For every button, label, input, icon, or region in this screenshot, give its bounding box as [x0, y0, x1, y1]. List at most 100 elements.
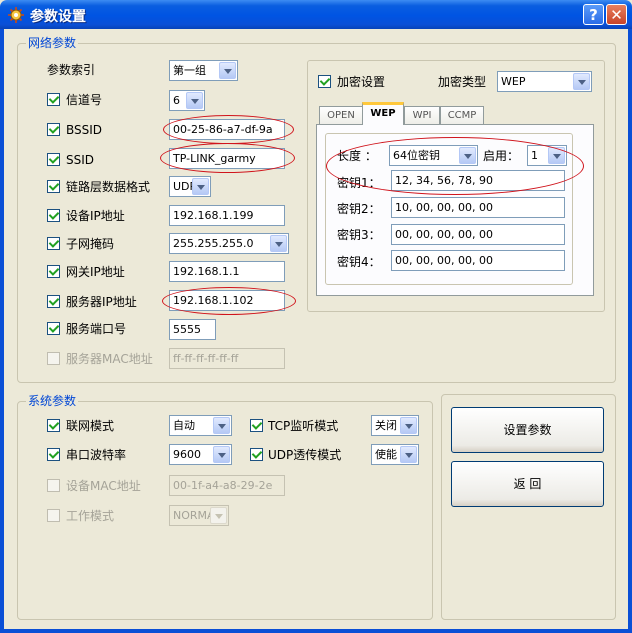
network-mode-value: 自动 [173, 419, 195, 432]
encryption-type-label: 加密类型 [438, 75, 487, 89]
title-bar [0, 0, 632, 29]
chevron-down-icon[interactable] [219, 62, 236, 79]
chevron-down-icon[interactable] [400, 446, 417, 463]
key1-input[interactable]: 12, 34, 56, 78, 90 [391, 170, 565, 191]
chevron-down-icon[interactable] [192, 178, 209, 195]
ssid-checkbox[interactable] [47, 153, 60, 166]
param-index-label: 参数索引 [47, 63, 96, 77]
chevron-down-icon[interactable] [548, 147, 565, 164]
ssid-input[interactable]: TP-LINK_garmy [169, 148, 285, 169]
tcp-listen-checkbox[interactable] [250, 419, 263, 432]
tab-wep[interactable]: WEP [362, 102, 404, 125]
chevron-down-icon[interactable] [213, 417, 230, 434]
channel-label: 信道号 [66, 93, 103, 107]
system-group-label: 系统参数 [26, 394, 79, 408]
chevron-down-icon[interactable] [400, 417, 417, 434]
chevron-down-icon[interactable] [213, 446, 230, 463]
chevron-down-icon[interactable] [573, 73, 590, 90]
server-ip-input[interactable]: 192.168.1.102 [169, 290, 285, 311]
tcp-listen-value: 关闭 [375, 419, 397, 432]
key1-label: 密钥1： [337, 176, 381, 190]
device-ip-checkbox[interactable] [47, 209, 60, 222]
key2-input[interactable]: 10, 00, 00, 00, 00 [391, 197, 565, 218]
udp-transparent-checkbox[interactable] [250, 448, 263, 461]
tab-ccmp[interactable]: CCMP [440, 106, 484, 126]
tab-open[interactable]: OPEN [319, 106, 363, 126]
chevron-down-icon[interactable] [186, 92, 203, 109]
key3-input[interactable]: 00, 00, 00, 00, 00 [391, 224, 565, 245]
server-mac-checkbox[interactable] [47, 352, 60, 365]
network-group-label: 网络参数 [26, 36, 79, 50]
key-length-select[interactable]: 64位密钥 [389, 145, 478, 166]
tab-wpi[interactable]: WPI [404, 106, 440, 126]
device-ip-input[interactable]: 192.168.1.199 [169, 205, 285, 226]
enable-key-value: 1 [531, 149, 538, 162]
server-port-checkbox[interactable] [47, 322, 60, 335]
close-button[interactable]: ✕ [606, 4, 627, 25]
udp-transparent-select[interactable]: 使能 [371, 444, 419, 465]
ssid-label: SSID [66, 153, 95, 167]
window-frame-right [628, 29, 632, 633]
key-length-label: 长度 ： [337, 149, 377, 163]
encryption-label: 加密设置 [337, 75, 386, 89]
baud-rate-select[interactable]: 9600 [169, 444, 232, 465]
subnet-mask-value: 255.255.255.0 [173, 237, 254, 250]
device-ip-label: 设备IP地址 [66, 209, 125, 223]
link-format-checkbox[interactable] [47, 180, 60, 193]
device-mac-label: 设备MAC地址 [66, 479, 141, 493]
udp-transparent-value: 使能 [375, 448, 397, 461]
param-index-value: 第一组 [173, 64, 206, 77]
app-icon [8, 7, 24, 23]
key4-label: 密钥4： [337, 255, 381, 269]
work-mode-label: 工作模式 [66, 509, 115, 523]
link-format-label: 链路层数据格式 [66, 180, 151, 194]
channel-checkbox[interactable] [47, 93, 60, 106]
chevron-down-icon[interactable] [210, 507, 227, 524]
gateway-ip-input[interactable]: 192.168.1.1 [169, 261, 285, 282]
work-mode-checkbox[interactable] [47, 509, 60, 522]
key2-label: 密钥2： [337, 202, 381, 216]
key3-label: 密钥3： [337, 228, 381, 242]
bssid-checkbox[interactable] [47, 123, 60, 136]
device-mac-checkbox[interactable] [47, 479, 60, 492]
window-frame-left [0, 29, 4, 633]
server-mac-input[interactable]: ff-ff-ff-ff-ff-ff [169, 348, 285, 369]
server-ip-label: 服务器IP地址 [66, 295, 137, 309]
subnet-mask-label: 子网掩码 [66, 237, 115, 251]
link-format-select[interactable]: UDP [169, 176, 211, 197]
set-params-button[interactable]: 设置参数 [451, 407, 604, 453]
chevron-down-icon[interactable] [270, 235, 287, 252]
subnet-mask-select[interactable]: 255.255.255.0 [169, 233, 289, 254]
enable-key-select[interactable]: 1 [527, 145, 567, 166]
channel-value: 6 [173, 94, 180, 107]
bssid-label: BSSID [66, 123, 103, 137]
param-index-select[interactable]: 第一组 [169, 60, 238, 81]
chevron-down-icon[interactable] [459, 147, 476, 164]
key4-input[interactable]: 00, 00, 00, 00, 00 [391, 250, 565, 271]
gateway-ip-label: 网关IP地址 [66, 265, 125, 279]
tcp-listen-select[interactable]: 关闭 [371, 415, 419, 436]
encryption-checkbox[interactable] [318, 75, 331, 88]
bssid-input[interactable]: 00-25-86-a7-df-9a [169, 119, 285, 140]
channel-select[interactable]: 6 [169, 90, 205, 111]
server-ip-checkbox[interactable] [47, 295, 60, 308]
baud-rate-checkbox[interactable] [47, 448, 60, 461]
enable-key-label: 启用： [483, 149, 520, 163]
device-mac-input[interactable]: 00-1f-a4-a8-29-2e [169, 475, 285, 496]
server-mac-label: 服务器MAC地址 [66, 352, 153, 366]
help-button[interactable]: ? [583, 4, 604, 25]
network-mode-select[interactable]: 自动 [169, 415, 232, 436]
gateway-ip-checkbox[interactable] [47, 265, 60, 278]
work-mode-select[interactable]: NORMAL [169, 505, 229, 526]
window-title: 参数设置 [30, 9, 86, 25]
back-button[interactable]: 返 回 [451, 461, 604, 507]
baud-rate-value: 9600 [173, 448, 201, 461]
baud-rate-label: 串口波特率 [66, 448, 127, 462]
key-length-value: 64位密钥 [393, 149, 440, 162]
encryption-type-value: WEP [501, 75, 526, 88]
encryption-type-select[interactable]: WEP [497, 71, 592, 92]
window-frame-bottom [0, 629, 632, 633]
server-port-input[interactable]: 5555 [169, 319, 216, 340]
subnet-mask-checkbox[interactable] [47, 237, 60, 250]
network-mode-checkbox[interactable] [47, 419, 60, 432]
